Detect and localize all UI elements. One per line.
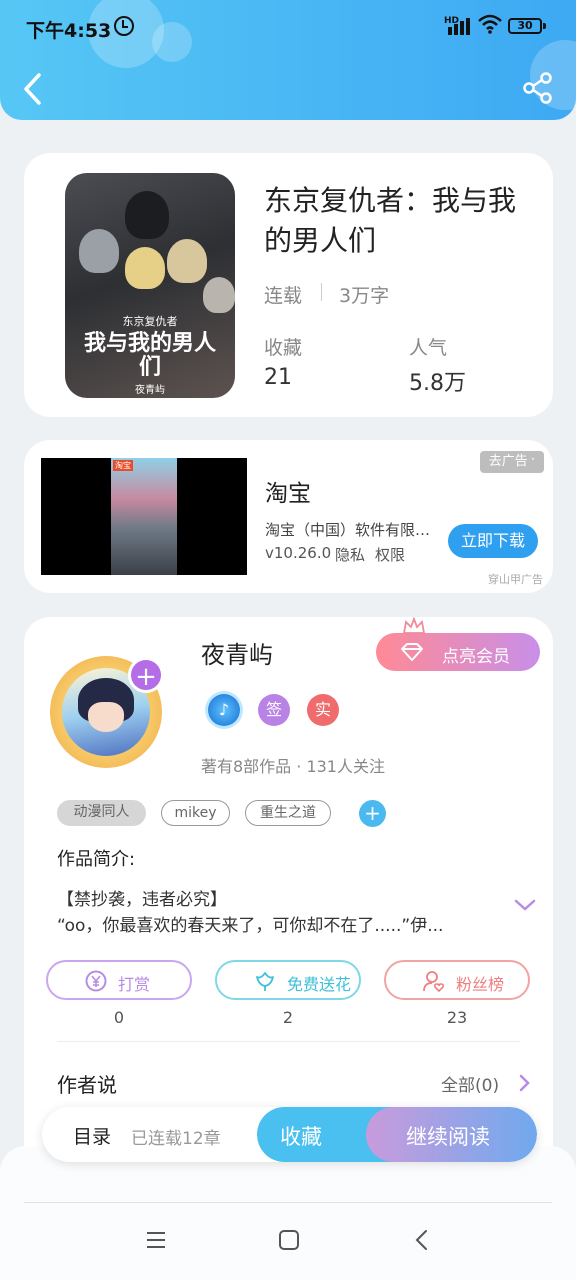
continue-reading-button[interactable]: 继续阅读 <box>366 1107 537 1162</box>
divider <box>57 1041 520 1042</box>
signal-icon <box>448 27 452 35</box>
fans-rank-button[interactable]: 粉丝榜 <box>384 960 530 1000</box>
menu-icon[interactable] <box>144 1228 168 1252</box>
intro-text: 【禁抄袭，违者必究】 <box>57 890 227 910</box>
vip-button[interactable]: 点亮会员 <box>376 617 540 671</box>
divider <box>321 283 322 301</box>
tag-item[interactable]: 重生之道 <box>245 800 331 826</box>
status-time: 下午4:53 <box>26 20 112 42</box>
ad-privacy-link[interactable]: 隐私 <box>335 544 365 565</box>
fans-icon <box>423 971 445 993</box>
popularity-value: 5.8万 <box>409 371 466 396</box>
sign-badge: 签 <box>258 694 290 726</box>
flower-count: 2 <box>282 1008 294 1027</box>
chevron-right-icon[interactable] <box>518 1074 530 1092</box>
author-card: + 夜青屿 点亮会员 ♪ 签 实 著有8部作品 · 131人关注 动漫同人 mi… <box>24 617 553 1177</box>
tag-item[interactable]: 动漫同人 <box>57 800 146 826</box>
reward-label: 打赏 <box>118 975 151 994</box>
send-flower-button[interactable]: 免费送花 <box>215 960 361 1000</box>
cover-figure <box>167 239 207 283</box>
intro-title: 作品简介: <box>57 849 136 870</box>
cover-author: 夜青屿 <box>135 385 165 396</box>
fans-rank-label: 粉丝榜 <box>456 975 505 994</box>
fans-count: 23 <box>446 1008 468 1027</box>
author-name[interactable]: 夜青屿 <box>201 635 273 670</box>
popularity-label: 人气 <box>409 337 448 359</box>
ad-video[interactable]: 淘宝 <box>41 458 247 575</box>
book-cover[interactable]: 东京复仇者 我与我的男人们 夜青屿 <box>65 173 235 398</box>
ad-download-button[interactable]: 立即下载 <box>448 524 538 558</box>
vip-label: 点亮会员 <box>442 647 510 667</box>
book-word-count: 3万字 <box>339 285 390 307</box>
yen-coin-icon <box>85 970 107 992</box>
reward-button[interactable]: 打赏 <box>46 960 192 1000</box>
remove-ad-label: 去广告 <box>488 454 528 469</box>
cover-figure <box>125 247 165 289</box>
ad-thumb-tag: 淘宝 <box>113 460 133 471</box>
verified-badge: 实 <box>307 694 339 726</box>
wifi-icon <box>478 14 502 34</box>
avatar-face <box>88 702 124 732</box>
ad-company: 淘宝（中国）软件有限公司 <box>265 521 440 539</box>
battery-icon: 30 <box>508 18 546 34</box>
ad-permissions-link[interactable]: 权限 <box>375 544 405 565</box>
favorite-label: 收藏 <box>280 1125 322 1149</box>
favorites-value: 21 <box>264 365 292 390</box>
ad-title: 淘宝 <box>265 481 311 507</box>
system-nav-area <box>0 1146 576 1280</box>
alarm-icon <box>114 16 134 36</box>
chevron-down-icon: ˅ <box>527 458 536 468</box>
author-says-title: 作者说 <box>57 1073 117 1097</box>
add-tag-icon[interactable]: + <box>359 800 386 827</box>
author-stats: 著有8部作品 · 131人关注 <box>201 757 385 776</box>
chapter-count: 已连载12章 <box>131 1129 221 1149</box>
divider <box>24 1202 552 1203</box>
status-bar: 下午4:53 HD 30 <box>0 0 576 56</box>
intro-text: “oo，你最喜欢的春天来了，可你却不在了.....”伊... <box>57 916 444 936</box>
diamond-icon <box>401 643 423 661</box>
reward-count: 0 <box>113 1008 125 1027</box>
chevron-down-icon[interactable] <box>514 898 536 912</box>
remove-ad-button[interactable]: 去广告 ˅ <box>480 451 544 473</box>
tag-item[interactable]: mikey <box>161 800 230 826</box>
flower-icon <box>256 972 274 991</box>
back-icon[interactable] <box>18 72 48 106</box>
cover-figure <box>203 277 235 313</box>
book-title: 东京复仇者：我与我的男人们 <box>264 184 517 257</box>
send-flower-label: 免费送花 <box>287 975 352 994</box>
signal-icon <box>454 24 458 35</box>
top-header: 下午4:53 HD 30 <box>0 0 576 120</box>
toc-button[interactable]: 目录 <box>73 1122 111 1149</box>
crown-icon <box>402 617 426 634</box>
continue-reading-label: 继续阅读 <box>406 1125 490 1149</box>
cover-figure <box>79 229 119 273</box>
ad-card[interactable]: 淘宝 去广告 ˅ 淘宝 淘宝（中国）软件有限公司 v10.26.0 隐私 权限 … <box>24 440 553 593</box>
reading-action-bar: 目录 已连载12章 收藏 继续阅读 <box>42 1107 537 1162</box>
back-nav-icon[interactable] <box>410 1228 434 1252</box>
cover-title: 我与我的男人们 <box>83 330 216 380</box>
ad-thumbnail: 淘宝 <box>111 458 177 575</box>
favorites-label: 收藏 <box>264 337 303 359</box>
music-badge-icon: ♪ <box>208 694 240 726</box>
signal-icon <box>466 18 470 35</box>
book-info-card: 东京复仇者 我与我的男人们 夜青屿 东京复仇者：我与我的男人们 连载 3万字 收… <box>24 153 553 417</box>
signal-icon <box>460 21 464 35</box>
share-icon[interactable] <box>522 72 554 104</box>
cover-figure <box>125 191 169 239</box>
cover-series: 东京复仇者 <box>122 315 178 328</box>
author-says-all-link[interactable]: 全部(0) <box>441 1071 499 1096</box>
ad-version: v10.26.0 <box>265 544 332 562</box>
home-icon[interactable] <box>277 1228 301 1252</box>
ad-source: 穿山甲广告 <box>488 573 543 586</box>
book-status: 连载 <box>264 285 303 307</box>
follow-plus-icon[interactable]: + <box>128 657 164 693</box>
